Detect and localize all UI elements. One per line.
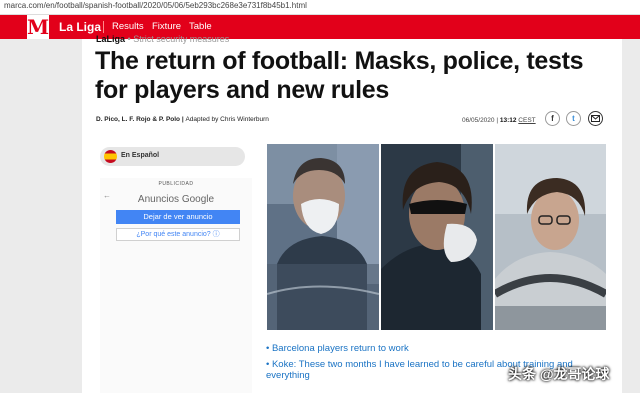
marca-logo[interactable]: M (27, 15, 49, 39)
twitter-icon: t (572, 114, 575, 123)
related-link-1[interactable]: Barcelona players return to work (266, 343, 616, 354)
ad-label: PUBLICIDAD (158, 181, 194, 187)
ad-provider: Anuncios Google (137, 194, 215, 205)
nav-link-results[interactable]: Results (112, 21, 144, 32)
facebook-icon: f (551, 114, 554, 123)
nav-divider (103, 21, 104, 33)
byline: D. Pico, L. F. Rojo & P. Polo | Adapted … (96, 116, 269, 123)
twitter-share-button[interactable]: t (566, 111, 581, 126)
google-ad-panel: PUBLICIDAD ← Anuncios Google Dejar de ve… (100, 178, 252, 393)
facebook-share-button[interactable]: f (545, 111, 560, 126)
photo-player-car (495, 144, 606, 330)
article-title: The return of football: Masks, police, t… (95, 47, 584, 104)
byline-authors: D. Pico, L. F. Rojo & P. Polo (96, 116, 181, 123)
stop-ad-button[interactable]: Dejar de ver anuncio (116, 210, 240, 224)
email-share-button[interactable] (588, 111, 603, 126)
watermark: 头条 @龙哥论球 (508, 366, 610, 382)
language-button[interactable]: En Español (100, 147, 245, 166)
address-bar[interactable]: marca.com/en/football/spanish-football/2… (0, 0, 640, 15)
timezone-text: CEST (518, 117, 536, 124)
article-kicker: LaLiga • Strict security measures (96, 34, 229, 44)
photo-player-mask-1 (267, 144, 379, 330)
kicker-section[interactable]: LaLiga (96, 34, 125, 44)
nav-link-table[interactable]: Table (189, 21, 212, 32)
byline-adapted: Adapted by Chris Winterburn (185, 116, 269, 123)
nav-section-laliga[interactable]: La Liga (59, 20, 101, 34)
url-text: marca.com/en/football/spanish-football/2… (4, 1, 307, 10)
date-text: 06/05/2020 (462, 117, 495, 124)
email-icon (591, 115, 600, 122)
language-label: En Español (121, 152, 160, 159)
spain-flag-icon (104, 150, 117, 163)
logo-letter: M (26, 15, 50, 39)
nav-link-fixture[interactable]: Fixture (152, 21, 181, 32)
time-text: 13:12 (499, 117, 517, 124)
kicker-topic[interactable]: Strict security measures (133, 34, 229, 44)
why-ad-button[interactable]: ¿Por qué este anuncio? ⓘ (116, 228, 240, 241)
publish-date: 06/05/2020 | 13:12 CEST (462, 117, 536, 124)
photo-player-mask-2 (381, 144, 493, 330)
